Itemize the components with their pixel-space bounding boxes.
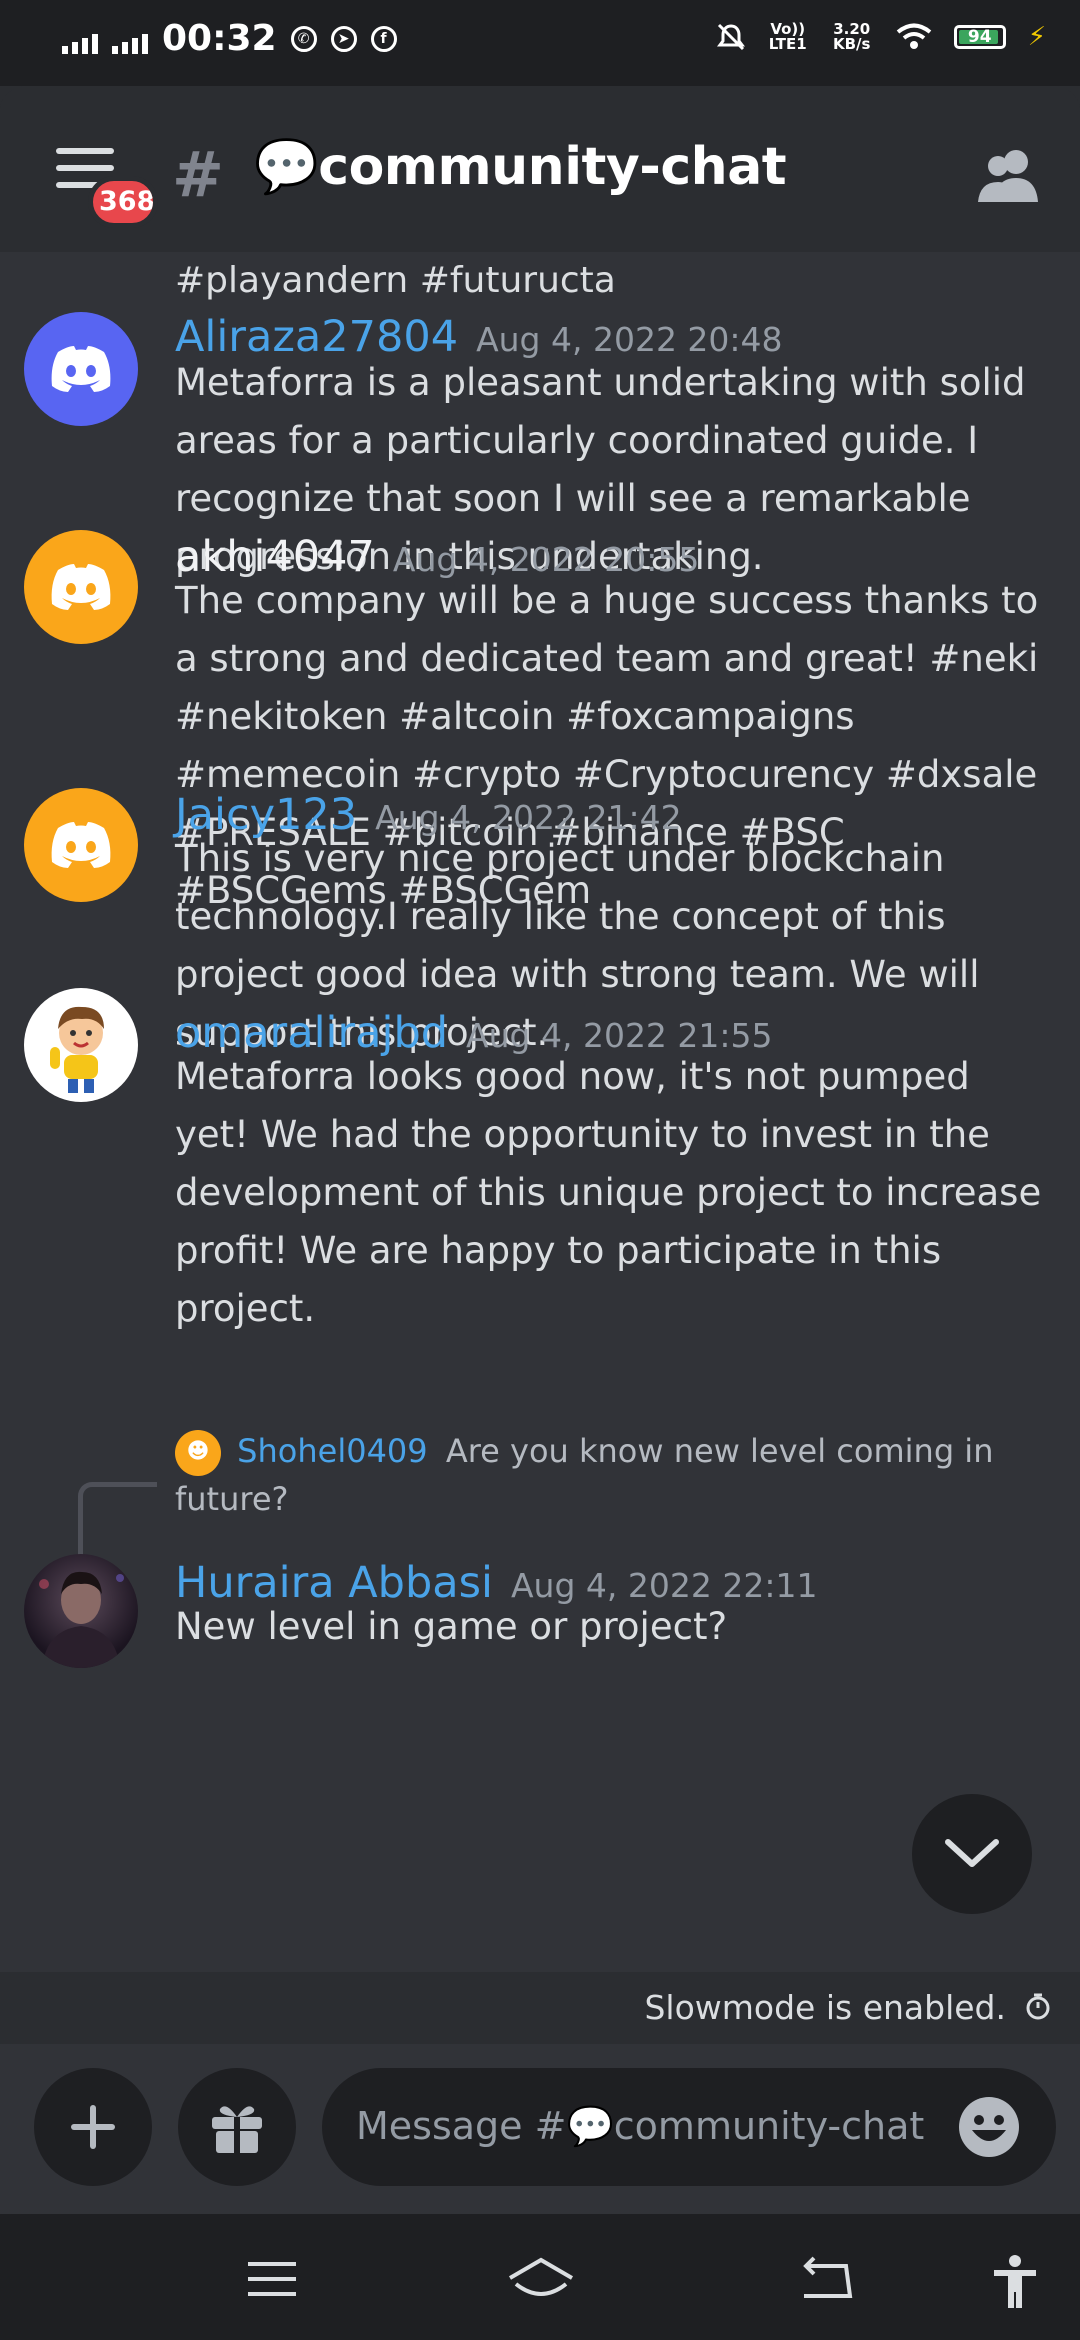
- user-avatar[interactable]: [24, 312, 138, 426]
- gift-button[interactable]: [178, 2068, 296, 2186]
- user-avatar[interactable]: [24, 988, 138, 1102]
- reply-username[interactable]: Shohel0409: [237, 1432, 427, 1470]
- chevron-down-icon: [945, 1839, 999, 1867]
- cartoon-boy-avatar: [50, 1006, 104, 1093]
- photo-avatar: [39, 1571, 124, 1668]
- user-avatar[interactable]: [24, 788, 138, 902]
- message-input[interactable]: Message #💬community-chat: [322, 2068, 1056, 2186]
- clock: 00:32: [162, 18, 277, 59]
- message-composer: Message #💬community-chat: [0, 2044, 1080, 2214]
- slowmode-banner: Slowmode is enabled.: [0, 1972, 1080, 2044]
- battery-indicator: 94: [953, 25, 1006, 49]
- plus-icon: [71, 2105, 115, 2149]
- system-nav-bar: [0, 2214, 1080, 2340]
- emoji-icon[interactable]: [958, 2096, 1020, 2158]
- members-icon[interactable]: [976, 144, 1040, 204]
- discord-icon: [51, 564, 111, 610]
- mention-badge: 3686: [88, 176, 158, 228]
- menu-nav-icon[interactable]: [242, 2254, 302, 2304]
- message-text: New level in game or project?: [175, 1605, 728, 1648]
- home-nav-icon[interactable]: [506, 2254, 576, 2304]
- mute-bell-icon: [716, 23, 745, 51]
- discord-icon: [51, 822, 111, 868]
- volte-label: Vo)) LTE1: [768, 20, 807, 53]
- charging-icon: ⚡: [1027, 22, 1046, 52]
- battery-percent: 94: [967, 27, 992, 47]
- signal-icon-2: [112, 24, 148, 54]
- channel-title[interactable]: 💬community-chat: [254, 136, 787, 197]
- add-attachment-button[interactable]: [34, 2068, 152, 2186]
- timer-icon: [1026, 1993, 1050, 2020]
- network-speed: 3.20 KB/s: [833, 20, 871, 53]
- reply-connector: [78, 1482, 157, 1557]
- accessibility-icon[interactable]: [990, 2254, 1040, 2310]
- back-nav-icon[interactable]: [796, 2254, 856, 2304]
- message-list[interactable]: #playandern #futuructa Aliraza27804 Aug …: [0, 252, 1080, 2066]
- reply-preview[interactable]: ☻ Shohel0409 Are you know new level comi…: [175, 1428, 1005, 1522]
- message-text-partial: #playandern #futuructa: [175, 260, 616, 301]
- hash-icon: #: [172, 138, 224, 211]
- facebook-icon: f: [370, 25, 397, 52]
- user-avatar[interactable]: [24, 1554, 138, 1668]
- message-text: Metaforra looks good now, it's not pumpe…: [175, 1055, 1042, 1330]
- discord-icon: [51, 346, 111, 392]
- message-input-placeholder: Message #💬community-chat: [356, 2104, 925, 2148]
- status-bar: 00:32 ✆ ➤ f Vo)) LTE1 3.20 KB/s 94 ⚡: [0, 0, 1080, 86]
- discord-app: 3686 # 💬community-chat #playandern #futu…: [0, 86, 1080, 2214]
- gift-icon: [212, 2106, 262, 2153]
- reply-avatar-icon: ☻: [175, 1430, 221, 1476]
- jump-to-bottom-button[interactable]: [912, 1794, 1032, 1914]
- whatsapp-icon: ✆: [290, 25, 317, 52]
- channel-header: 3686 # 💬community-chat: [0, 86, 1080, 252]
- user-avatar[interactable]: [24, 530, 138, 644]
- slowmode-text: Slowmode is enabled.: [644, 1988, 1006, 2027]
- signal-icon: [62, 24, 98, 54]
- telegram-icon: ➤: [330, 25, 357, 52]
- wifi-icon: [896, 23, 931, 49]
